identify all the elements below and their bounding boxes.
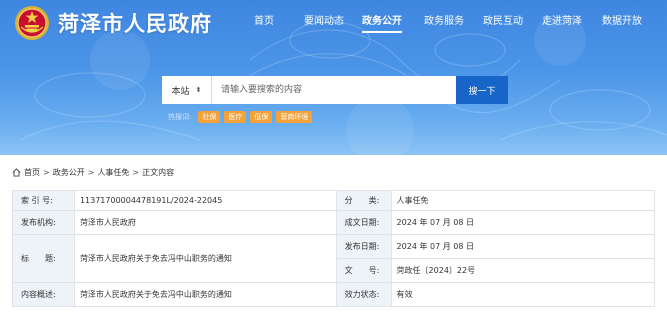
- nav-open-data[interactable]: 数据开放: [602, 12, 642, 27]
- breadcrumb-current: 正文内容: [142, 167, 175, 177]
- info-row: 发布机构: 菏泽市人民政府 成文日期: 2024 年 07 月 08 日: [12, 210, 656, 235]
- nav-gov-affairs[interactable]: 政务公开: [362, 12, 402, 33]
- nav-interaction[interactable]: 政民互动: [483, 12, 523, 27]
- index-label: 索 引 号:: [12, 190, 75, 211]
- nav-about-heze[interactable]: 走进菏泽: [542, 12, 582, 27]
- summary-value: 菏泽市人民政府关于免去冯中山职务的通知: [73, 282, 337, 307]
- hot-search: 热搜词: 社保 医疗 低保 营商环境: [168, 111, 313, 123]
- nav-home[interactable]: 首页: [254, 12, 274, 27]
- breadcrumb-separator: >: [87, 167, 95, 177]
- index-value: 11371700004478191L/2024-22045: [73, 190, 337, 211]
- publisher-value: 菏泽市人民政府: [73, 210, 337, 235]
- doc-number-label: 文 号:: [335, 258, 392, 283]
- document-info-table: 索 引 号: 11371700004478191L/2024-22045 分 类…: [12, 190, 656, 307]
- publish-date-value: 2024 年 07 月 08 日: [390, 234, 656, 259]
- doc-number-value: 菏政任〔2024〕22号: [390, 258, 656, 283]
- breadcrumb-gov-affairs[interactable]: 政务公开: [53, 167, 85, 178]
- home-icon: [12, 167, 21, 177]
- breadcrumb-separator: >: [43, 167, 50, 177]
- page: 菏泽市人民政府 首页 要闻动态 政务公开 政务服务 政民互动 走进菏泽 数据开放…: [0, 0, 667, 334]
- site-logo[interactable]: 菏泽市人民政府: [14, 5, 212, 41]
- chevron-up-down-icon: ⬍: [195, 85, 202, 94]
- hot-tag-social-security[interactable]: 社保: [198, 111, 221, 123]
- search-bar: 本站 ⬍ 搜一下: [162, 76, 508, 104]
- summary-label: 内容概述:: [12, 282, 75, 307]
- hot-tag-subsistence[interactable]: 低保: [250, 111, 273, 123]
- publisher-label: 发布机构:: [12, 210, 75, 235]
- breadcrumb-home[interactable]: 首页: [24, 167, 40, 178]
- date-written-label: 成文日期:: [335, 210, 392, 235]
- title-value: 菏泽市人民政府关于免去冯中山职务的通知: [73, 234, 337, 283]
- search-input[interactable]: [212, 76, 456, 104]
- info-row: 索 引 号: 11371700004478191L/2024-22045 分 类…: [12, 190, 656, 211]
- category-value: 人事任免: [390, 190, 656, 211]
- info-row: 内容概述: 菏泽市人民政府关于免去冯中山职务的通知 效力状态: 有效: [12, 282, 656, 307]
- breadcrumb-personnel[interactable]: 人事任免: [97, 167, 129, 178]
- nav-news[interactable]: 要闻动态: [304, 12, 344, 27]
- date-written-value: 2024 年 07 月 08 日: [390, 210, 656, 235]
- title-label: 标 题:: [12, 234, 75, 283]
- hot-search-label: 热搜词:: [168, 113, 192, 121]
- status-label: 效力状态:: [335, 282, 392, 307]
- search-button[interactable]: 搜一下: [456, 76, 508, 104]
- hot-tag-business-environment[interactable]: 营商环境: [276, 111, 313, 123]
- breadcrumb: 首页 > 政务公开 > 人事任免 > 正文内容: [0, 163, 667, 181]
- breadcrumb-separator: >: [132, 167, 140, 177]
- site-title: 菏泽市人民政府: [58, 11, 212, 36]
- nav-gov-services[interactable]: 政务服务: [424, 12, 464, 27]
- publish-date-label: 发布日期:: [335, 234, 392, 259]
- search-scope-select[interactable]: 本站 ⬍: [162, 76, 212, 104]
- category-label: 分 类:: [335, 190, 392, 211]
- search-scope-value: 本站: [171, 86, 190, 97]
- status-value: 有效: [390, 282, 656, 307]
- header-banner: 菏泽市人民政府 首页 要闻动态 政务公开 政务服务 政民互动 走进菏泽 数据开放…: [0, 0, 667, 155]
- info-row: 标 题: 菏泽市人民政府关于免去冯中山职务的通知 发布日期: 2024 年 07…: [12, 234, 656, 283]
- hot-tag-medical[interactable]: 医疗: [224, 111, 247, 123]
- national-emblem-icon: [15, 6, 49, 40]
